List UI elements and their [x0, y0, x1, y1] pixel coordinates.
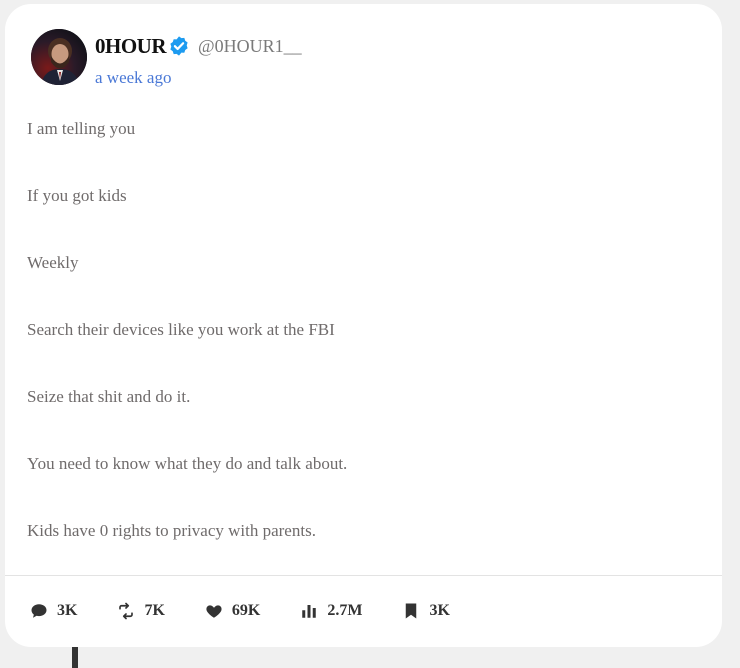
profile-photo-icon: [31, 29, 87, 85]
repost-button[interactable]: 7K: [117, 602, 165, 620]
like-count: 69K: [231, 602, 261, 619]
post-line: Weekly: [27, 253, 79, 272]
heart-icon: [206, 605, 222, 618]
post-line: Kids have 0 rights to privacy with paren…: [27, 521, 316, 540]
post-line: If you got kids: [27, 186, 127, 205]
view-count: 2.7M: [327, 602, 363, 619]
comment-icon: [31, 604, 47, 618]
bookmark-icon: [406, 603, 417, 619]
bookmark-count: 3K: [429, 602, 450, 619]
bar-chart-icon: [302, 605, 317, 618]
author-handle[interactable]: @0HOUR1__: [198, 36, 302, 57]
thread-connector: [72, 647, 78, 668]
post-line: You need to know what they do and talk a…: [27, 454, 348, 473]
verified-badge-icon: [170, 35, 188, 56]
post-line: Seize that shit and do it.: [27, 387, 191, 406]
like-button[interactable]: 69K: [205, 602, 260, 620]
views-button[interactable]: 2.7M: [300, 602, 362, 620]
post-card: 0HOUR @0HOUR1__ a week ago I am telling …: [5, 4, 722, 647]
post-line: I am telling you: [27, 119, 136, 138]
reply-button[interactable]: 3K: [30, 602, 77, 620]
divider: [5, 575, 722, 576]
repost-icon: [119, 602, 134, 620]
post-timestamp[interactable]: a week ago: [95, 68, 171, 88]
author-row: 0HOUR @0HOUR1__: [95, 34, 302, 59]
author-name[interactable]: 0HOUR: [95, 34, 167, 59]
reply-count: 3K: [57, 602, 78, 619]
avatar[interactable]: [31, 29, 87, 85]
action-bar: 3K 7K 69K 2.7M 3K: [30, 602, 490, 620]
post-body: I am telling you If you got kids Weekly …: [27, 117, 347, 586]
repost-count: 7K: [144, 602, 165, 619]
post-line: Search their devices like you work at th…: [27, 320, 335, 339]
bookmark-button[interactable]: 3K: [402, 602, 450, 620]
